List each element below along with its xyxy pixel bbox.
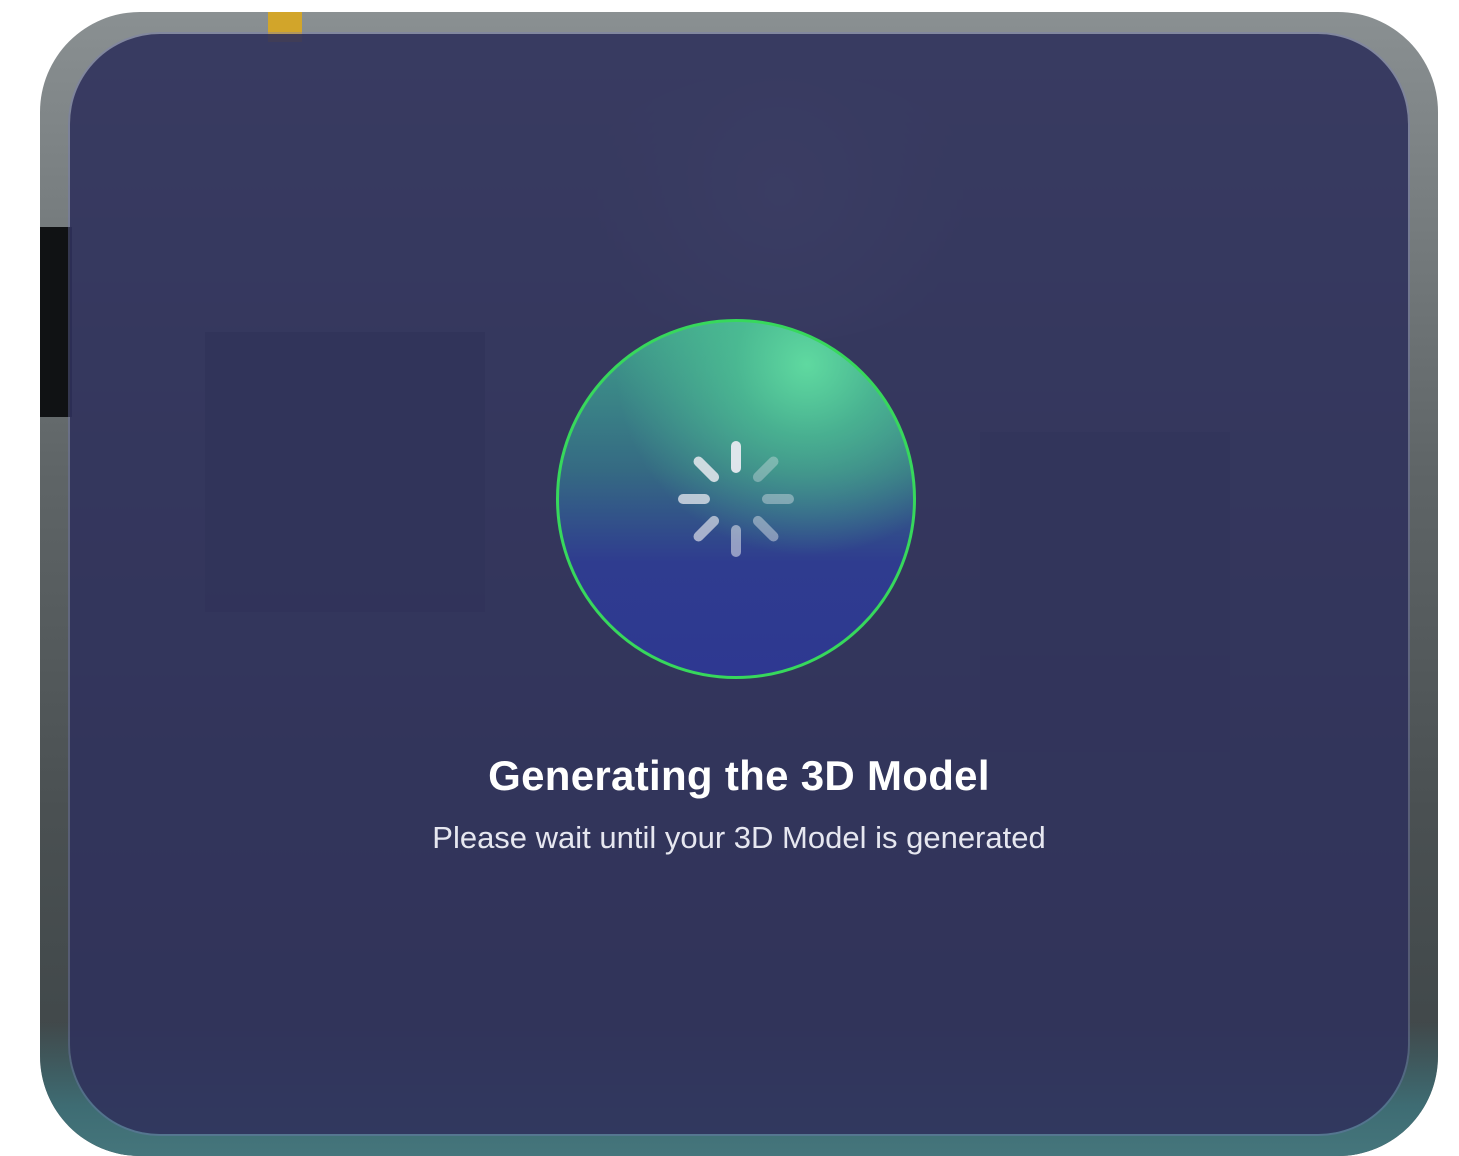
app-window: Generating the 3D Model Please wait unti…: [40, 12, 1438, 1156]
loading-orb: [556, 319, 916, 679]
loading-subtitle: Please wait until your 3D Model is gener…: [432, 820, 1046, 855]
loading-title: Generating the 3D Model: [488, 752, 990, 799]
spinner-bar: [691, 513, 722, 544]
spinner-bar: [678, 494, 710, 504]
background-screen-edge: [40, 227, 72, 417]
spinner-bar: [750, 513, 781, 544]
spinner-bar: [762, 494, 794, 504]
spinner-bar: [731, 441, 741, 473]
spinner-bar: [691, 454, 722, 485]
activity-spinner-icon: [676, 439, 796, 559]
spinner-bar: [731, 525, 741, 557]
loading-overlay: Generating the 3D Model Please wait unti…: [70, 34, 1408, 1134]
spinner-bar: [750, 454, 781, 485]
